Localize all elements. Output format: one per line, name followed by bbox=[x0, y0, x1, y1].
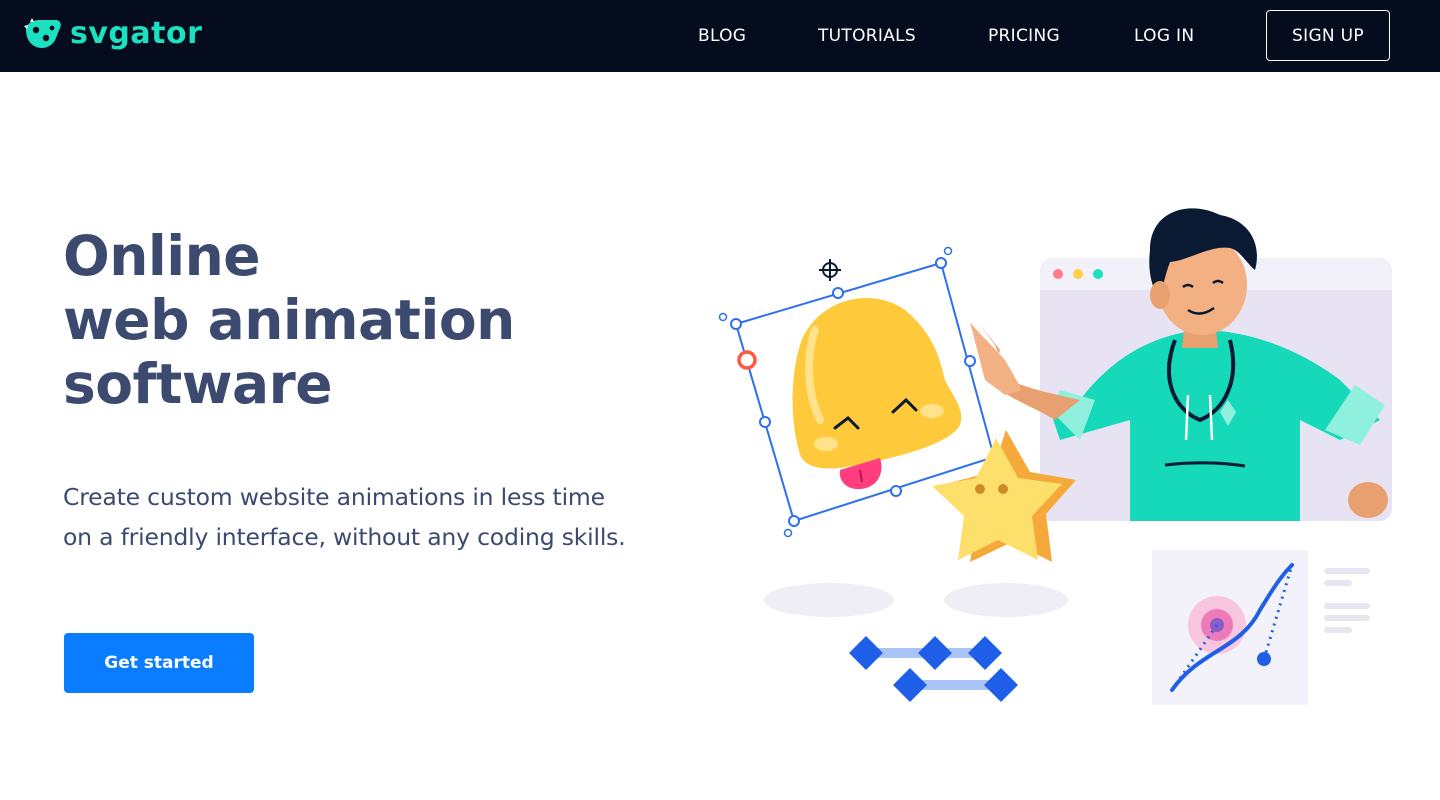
sign-up-button[interactable]: SIGN UP bbox=[1266, 10, 1390, 61]
keyframe-timeline bbox=[849, 636, 1018, 702]
hero-subtitle: Create custom website animations in less… bbox=[63, 483, 626, 551]
top-navigation-bar: svgator BLOG TUTORIALS PRICING LOG IN SI… bbox=[0, 0, 1440, 72]
window-dot-green-icon bbox=[1093, 269, 1103, 279]
headline-line-2: web animation bbox=[63, 288, 515, 352]
gator-logo-icon bbox=[24, 18, 61, 48]
window-dot-red-icon bbox=[1053, 269, 1063, 279]
pivot-crosshair-icon bbox=[819, 259, 841, 281]
rotation-handle-icon bbox=[737, 350, 757, 370]
hero-illustration bbox=[718, 208, 1392, 705]
svgator-logo[interactable]: svgator bbox=[22, 14, 202, 54]
hero-headline: Online web animation software bbox=[63, 224, 623, 416]
brand-wordmark: svgator bbox=[70, 16, 203, 51]
get-started-button[interactable]: Get started bbox=[64, 633, 254, 693]
motion-path-panel bbox=[1152, 550, 1370, 705]
nav-blog-link[interactable]: BLOG bbox=[698, 24, 746, 48]
nav-login-link[interactable]: LOG IN bbox=[1134, 24, 1194, 48]
nav-pricing-link[interactable]: PRICING bbox=[988, 24, 1060, 48]
headline-line-3: software bbox=[63, 352, 333, 416]
headline-line-1: Online bbox=[63, 224, 261, 288]
window-dot-yellow-icon bbox=[1073, 269, 1083, 279]
nav-tutorials-link[interactable]: TUTORIALS bbox=[818, 24, 916, 48]
